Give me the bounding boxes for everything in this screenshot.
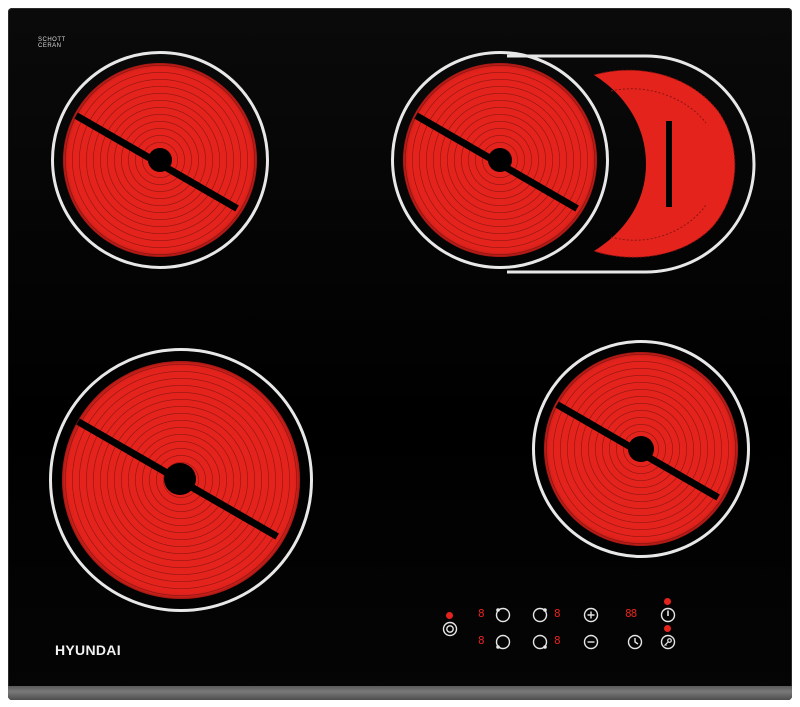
zone-display-front-left: 8	[478, 634, 485, 647]
plus-icon[interactable]	[582, 606, 600, 624]
minus-icon[interactable]	[582, 633, 600, 651]
power-indicator-led	[664, 598, 671, 605]
zone-selector-icon[interactable]	[494, 633, 512, 651]
zone-display-rear-right: 8	[554, 607, 561, 620]
extension-heating-element	[594, 70, 735, 258]
lock-indicator-led	[664, 625, 671, 632]
zone-selector-icon[interactable]	[494, 606, 512, 624]
lock-icon[interactable]	[659, 633, 677, 651]
extension-icon[interactable]	[441, 620, 459, 638]
zone-selector-icon[interactable]	[531, 633, 549, 651]
timer-icon[interactable]	[626, 633, 644, 651]
glass-brand-line2: CERAN	[38, 43, 62, 49]
glass-brand-logo: SCHOTT CERAN	[38, 37, 66, 49]
zone-display-front-right: 8	[554, 634, 561, 647]
cooktop-glass: SCHOTT CERAN HYUNDAI 8 8 8 8 88	[8, 8, 792, 700]
power-icon[interactable]	[659, 606, 677, 624]
brand-logo: HYUNDAI	[55, 642, 121, 658]
zone-rear-left-center	[148, 148, 172, 172]
zone-display-rear-left: 8	[478, 607, 485, 620]
cooktop-frame-edge	[8, 686, 792, 700]
zone-front-left-center	[164, 463, 196, 495]
zone-selector-icon[interactable]	[531, 606, 549, 624]
power-led	[446, 612, 453, 619]
timer-display: 88	[625, 607, 637, 620]
zone-rear-right-center	[488, 148, 512, 172]
zone-front-right-center	[628, 436, 654, 462]
